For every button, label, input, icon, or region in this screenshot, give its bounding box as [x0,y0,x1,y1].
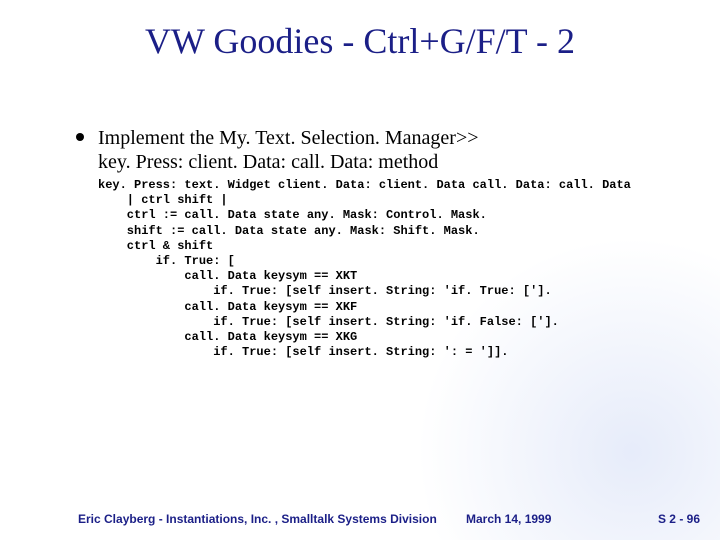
footer-author: Eric Clayberg - Instantiations, Inc. , S… [78,512,437,526]
footer-date: March 14, 1999 [466,512,551,526]
bullet-line-1: Implement the My. Text. Selection. Manag… [98,127,479,149]
code-block: key. Press: text. Widget client. Data: c… [98,178,631,360]
slide-title: VW Goodies - Ctrl+G/F/T - 2 [0,20,720,62]
bullet-text: Implement the My. Text. Selection. Manag… [98,126,676,174]
bullet-item: Implement the My. Text. Selection. Manag… [76,126,676,174]
footer: Eric Clayberg - Instantiations, Inc. , S… [78,508,700,526]
bullet-dot-icon [76,133,84,141]
footer-page: S 2 - 96 [658,512,700,526]
slide: VW Goodies - Ctrl+G/F/T - 2 Implement th… [0,0,720,540]
bullet-line-2: key. Press: client. Data: call. Data: me… [98,151,438,173]
